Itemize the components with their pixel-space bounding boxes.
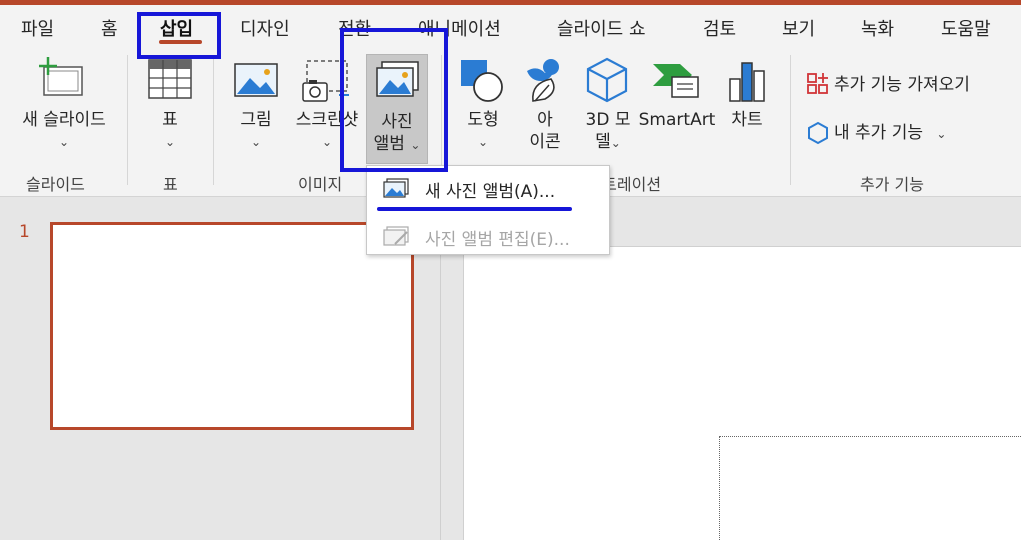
divider bbox=[213, 55, 214, 185]
shapes-button[interactable]: 도형 ⌄ bbox=[460, 109, 506, 153]
3d-models-label-1: 3D 모 bbox=[585, 110, 631, 130]
highlight-insert-tab bbox=[137, 12, 221, 59]
chevron-down-icon: ⌄ bbox=[250, 135, 262, 149]
store-icon bbox=[806, 72, 830, 100]
tab-help[interactable]: 도움말 bbox=[941, 15, 991, 41]
icons-icon bbox=[523, 57, 567, 109]
tab-file[interactable]: 파일 bbox=[21, 15, 54, 41]
table-icon bbox=[148, 59, 192, 103]
highlight-underline-new-album bbox=[377, 207, 572, 211]
tab-view[interactable]: 보기 bbox=[782, 15, 815, 41]
picture-label: 그림 bbox=[240, 110, 272, 130]
group-label-slides: 슬라이드 bbox=[26, 175, 85, 194]
3d-models-label-2: 델 bbox=[595, 132, 611, 152]
shapes-label: 도형 bbox=[467, 110, 499, 130]
smartart-button[interactable]: SmartArt bbox=[638, 109, 716, 131]
tab-home[interactable]: 홈 bbox=[101, 15, 118, 41]
get-addins-button[interactable]: 추가 기능 가져오기 bbox=[834, 74, 970, 96]
icons-label-2: 이콘 bbox=[529, 132, 561, 152]
menu-item-label: 새 사진 앨범(A)... bbox=[425, 182, 556, 202]
divider bbox=[790, 55, 791, 185]
chevron-down-icon: ⌄ bbox=[936, 127, 947, 141]
3d-models-button[interactable]: 3D 모 델⌄ bbox=[580, 109, 636, 154]
my-addins-icon bbox=[806, 121, 830, 149]
slide-thumbnail[interactable] bbox=[50, 222, 414, 430]
chevron-down-icon: ⌄ bbox=[610, 136, 621, 150]
new-slide-button[interactable]: 새 슬라이드 ⌄ bbox=[14, 109, 114, 153]
new-slide-label: 새 슬라이드 bbox=[22, 110, 106, 130]
table-label: 표 bbox=[162, 110, 178, 130]
icons-label-1: 아 bbox=[537, 110, 553, 130]
chart-icon bbox=[728, 59, 768, 107]
group-label-images: 이미지 bbox=[298, 175, 343, 194]
table-button[interactable]: 표 ⌄ bbox=[150, 109, 190, 153]
group-label-addins: 추가 기능 bbox=[860, 175, 924, 194]
get-addins-label: 추가 기능 가져오기 bbox=[834, 75, 970, 95]
menu-item-label: 사진 앨범 편집(E)... bbox=[425, 230, 570, 250]
new-slide-icon bbox=[38, 57, 86, 101]
tab-record[interactable]: 녹화 bbox=[861, 15, 894, 41]
tab-review[interactable]: 검토 bbox=[703, 15, 736, 41]
icons-button[interactable]: 아 이콘 bbox=[520, 109, 570, 153]
edit-photo-album-icon bbox=[383, 226, 409, 250]
smartart-icon bbox=[652, 63, 700, 103]
text-placeholder[interactable] bbox=[719, 436, 1021, 540]
chevron-down-icon: ⌄ bbox=[58, 135, 70, 149]
tab-slideshow[interactable]: 슬라이드 쇼 bbox=[557, 15, 646, 41]
3d-model-icon bbox=[586, 57, 628, 107]
picture-button[interactable]: 그림 ⌄ bbox=[233, 109, 279, 153]
smartart-label: SmartArt bbox=[638, 110, 716, 130]
my-addins-button[interactable]: 내 추가 기능 ⌄ bbox=[834, 122, 946, 145]
chart-label: 차트 bbox=[731, 110, 763, 130]
my-addins-label: 내 추가 기능 bbox=[834, 123, 924, 143]
tab-design[interactable]: 디자인 bbox=[240, 15, 290, 41]
highlight-photo-album-button bbox=[340, 28, 448, 172]
slide-number: 1 bbox=[19, 222, 30, 242]
divider bbox=[127, 55, 128, 185]
photo-album-icon bbox=[383, 178, 409, 202]
group-label-tables: 표 bbox=[163, 175, 178, 194]
chevron-down-icon: ⌄ bbox=[477, 135, 489, 149]
menu-item-edit-photo-album[interactable]: 사진 앨범 편집(E)... bbox=[367, 218, 609, 252]
chart-button[interactable]: 차트 bbox=[724, 109, 770, 131]
picture-icon bbox=[234, 63, 278, 101]
menu-item-new-photo-album[interactable]: 새 사진 앨범(A)... bbox=[367, 170, 609, 204]
shapes-icon bbox=[460, 59, 506, 107]
chevron-down-icon: ⌄ bbox=[164, 135, 176, 149]
